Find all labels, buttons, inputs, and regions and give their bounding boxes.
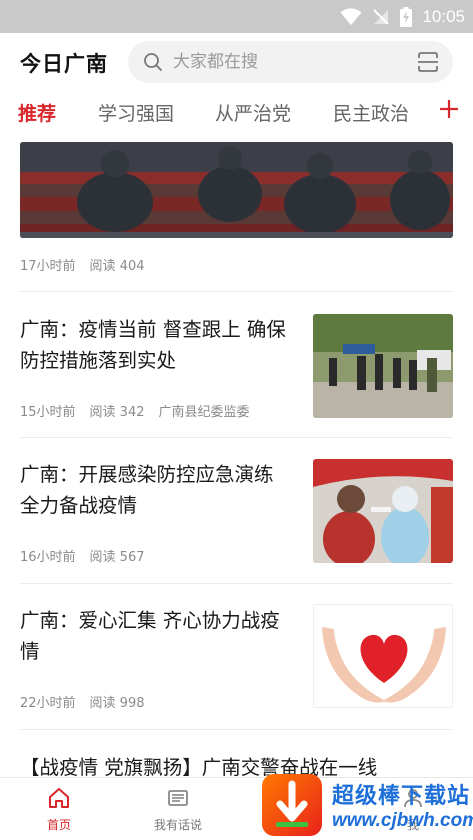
article-source-1: 广南县纪委监委 <box>158 405 250 420</box>
header: 今日广南 <box>0 33 473 91</box>
watermark-title: 超级棒下载站 <box>332 784 471 809</box>
tab-recommended[interactable]: 推荐 <box>18 99 56 126</box>
home-icon <box>49 788 69 808</box>
nav-comments-label: 我有话说 <box>153 818 202 832</box>
hero-meta: 17小时前 阅读 404 <box>20 255 159 274</box>
newspaper-icon <box>168 790 188 806</box>
heart-hands-illustration <box>314 605 452 707</box>
nav-home[interactable]: 首页 <box>14 786 104 833</box>
tab-study[interactable]: 学习强国 <box>98 99 174 126</box>
nav-comments[interactable]: 我有话说 <box>133 786 223 833</box>
article-reads-1: 阅读 342 <box>89 405 145 420</box>
article-thumb-3[interactable] <box>313 604 453 708</box>
scan-icon[interactable] <box>417 51 439 73</box>
article-thumb-2[interactable] <box>313 459 453 563</box>
signal-off-icon <box>373 8 390 25</box>
inspection-photo <box>313 314 453 418</box>
hero-image[interactable] <box>20 142 453 238</box>
search-icon <box>144 53 162 71</box>
divider <box>20 583 453 584</box>
article-title-3[interactable]: 广南：爱心汇集 齐心协力战疫情 <box>20 605 290 667</box>
article-title-2[interactable]: 广南：开展感染防控应急演练 全力备战疫情 <box>20 459 290 521</box>
category-tabs: 推荐 学习强国 从严治党 民主政治 <box>0 91 473 137</box>
meeting-photo <box>20 142 453 238</box>
battery-charging-icon <box>400 6 413 27</box>
wifi-icon <box>340 7 362 25</box>
nav-home-label: 首页 <box>46 818 71 832</box>
status-time: 10:05 <box>422 6 465 26</box>
search-input[interactable] <box>173 41 403 83</box>
status-bar: 10:05 <box>0 0 473 33</box>
article-title-1[interactable]: 广南：疫情当前 督查跟上 确保防控措施落到实处 <box>20 314 290 376</box>
search-bar[interactable] <box>128 41 453 83</box>
watermark: 超级棒下载站 www.cjbwh.com <box>262 772 473 840</box>
add-tab-icon[interactable] <box>437 97 461 121</box>
hero-reads: 阅读 404 <box>89 259 145 274</box>
article-meta-1: 15小时前 阅读 342 广南县纪委监委 <box>20 401 264 420</box>
divider <box>20 291 453 292</box>
tab-party-discipline[interactable]: 从严治党 <box>215 99 291 126</box>
article-time-3: 22小时前 <box>20 696 76 711</box>
article-meta-3: 22小时前 阅读 998 <box>20 692 159 711</box>
news-feed: 17小时前 阅读 404 广南：疫情当前 督查跟上 确保防控措施落到实处 15小时… <box>0 137 473 777</box>
status-icons: 10:05 <box>340 0 465 33</box>
watermark-logo-icon <box>262 774 322 836</box>
article-time-1: 15小时前 <box>20 405 76 420</box>
tab-democratic-politics[interactable]: 民主政治 <box>333 99 409 126</box>
article-thumb-1[interactable] <box>313 314 453 418</box>
article-time-2: 16小时前 <box>20 550 76 565</box>
article-meta-2: 16小时前 阅读 567 <box>20 546 159 565</box>
watermark-url: www.cjbwh.com <box>332 810 473 831</box>
article-reads-2: 阅读 567 <box>89 550 145 565</box>
hero-time: 17小时前 <box>20 259 76 274</box>
divider <box>20 729 453 730</box>
drill-photo <box>313 459 453 563</box>
divider <box>20 437 453 438</box>
app-title: 今日广南 <box>20 52 108 76</box>
article-reads-3: 阅读 998 <box>89 696 145 711</box>
